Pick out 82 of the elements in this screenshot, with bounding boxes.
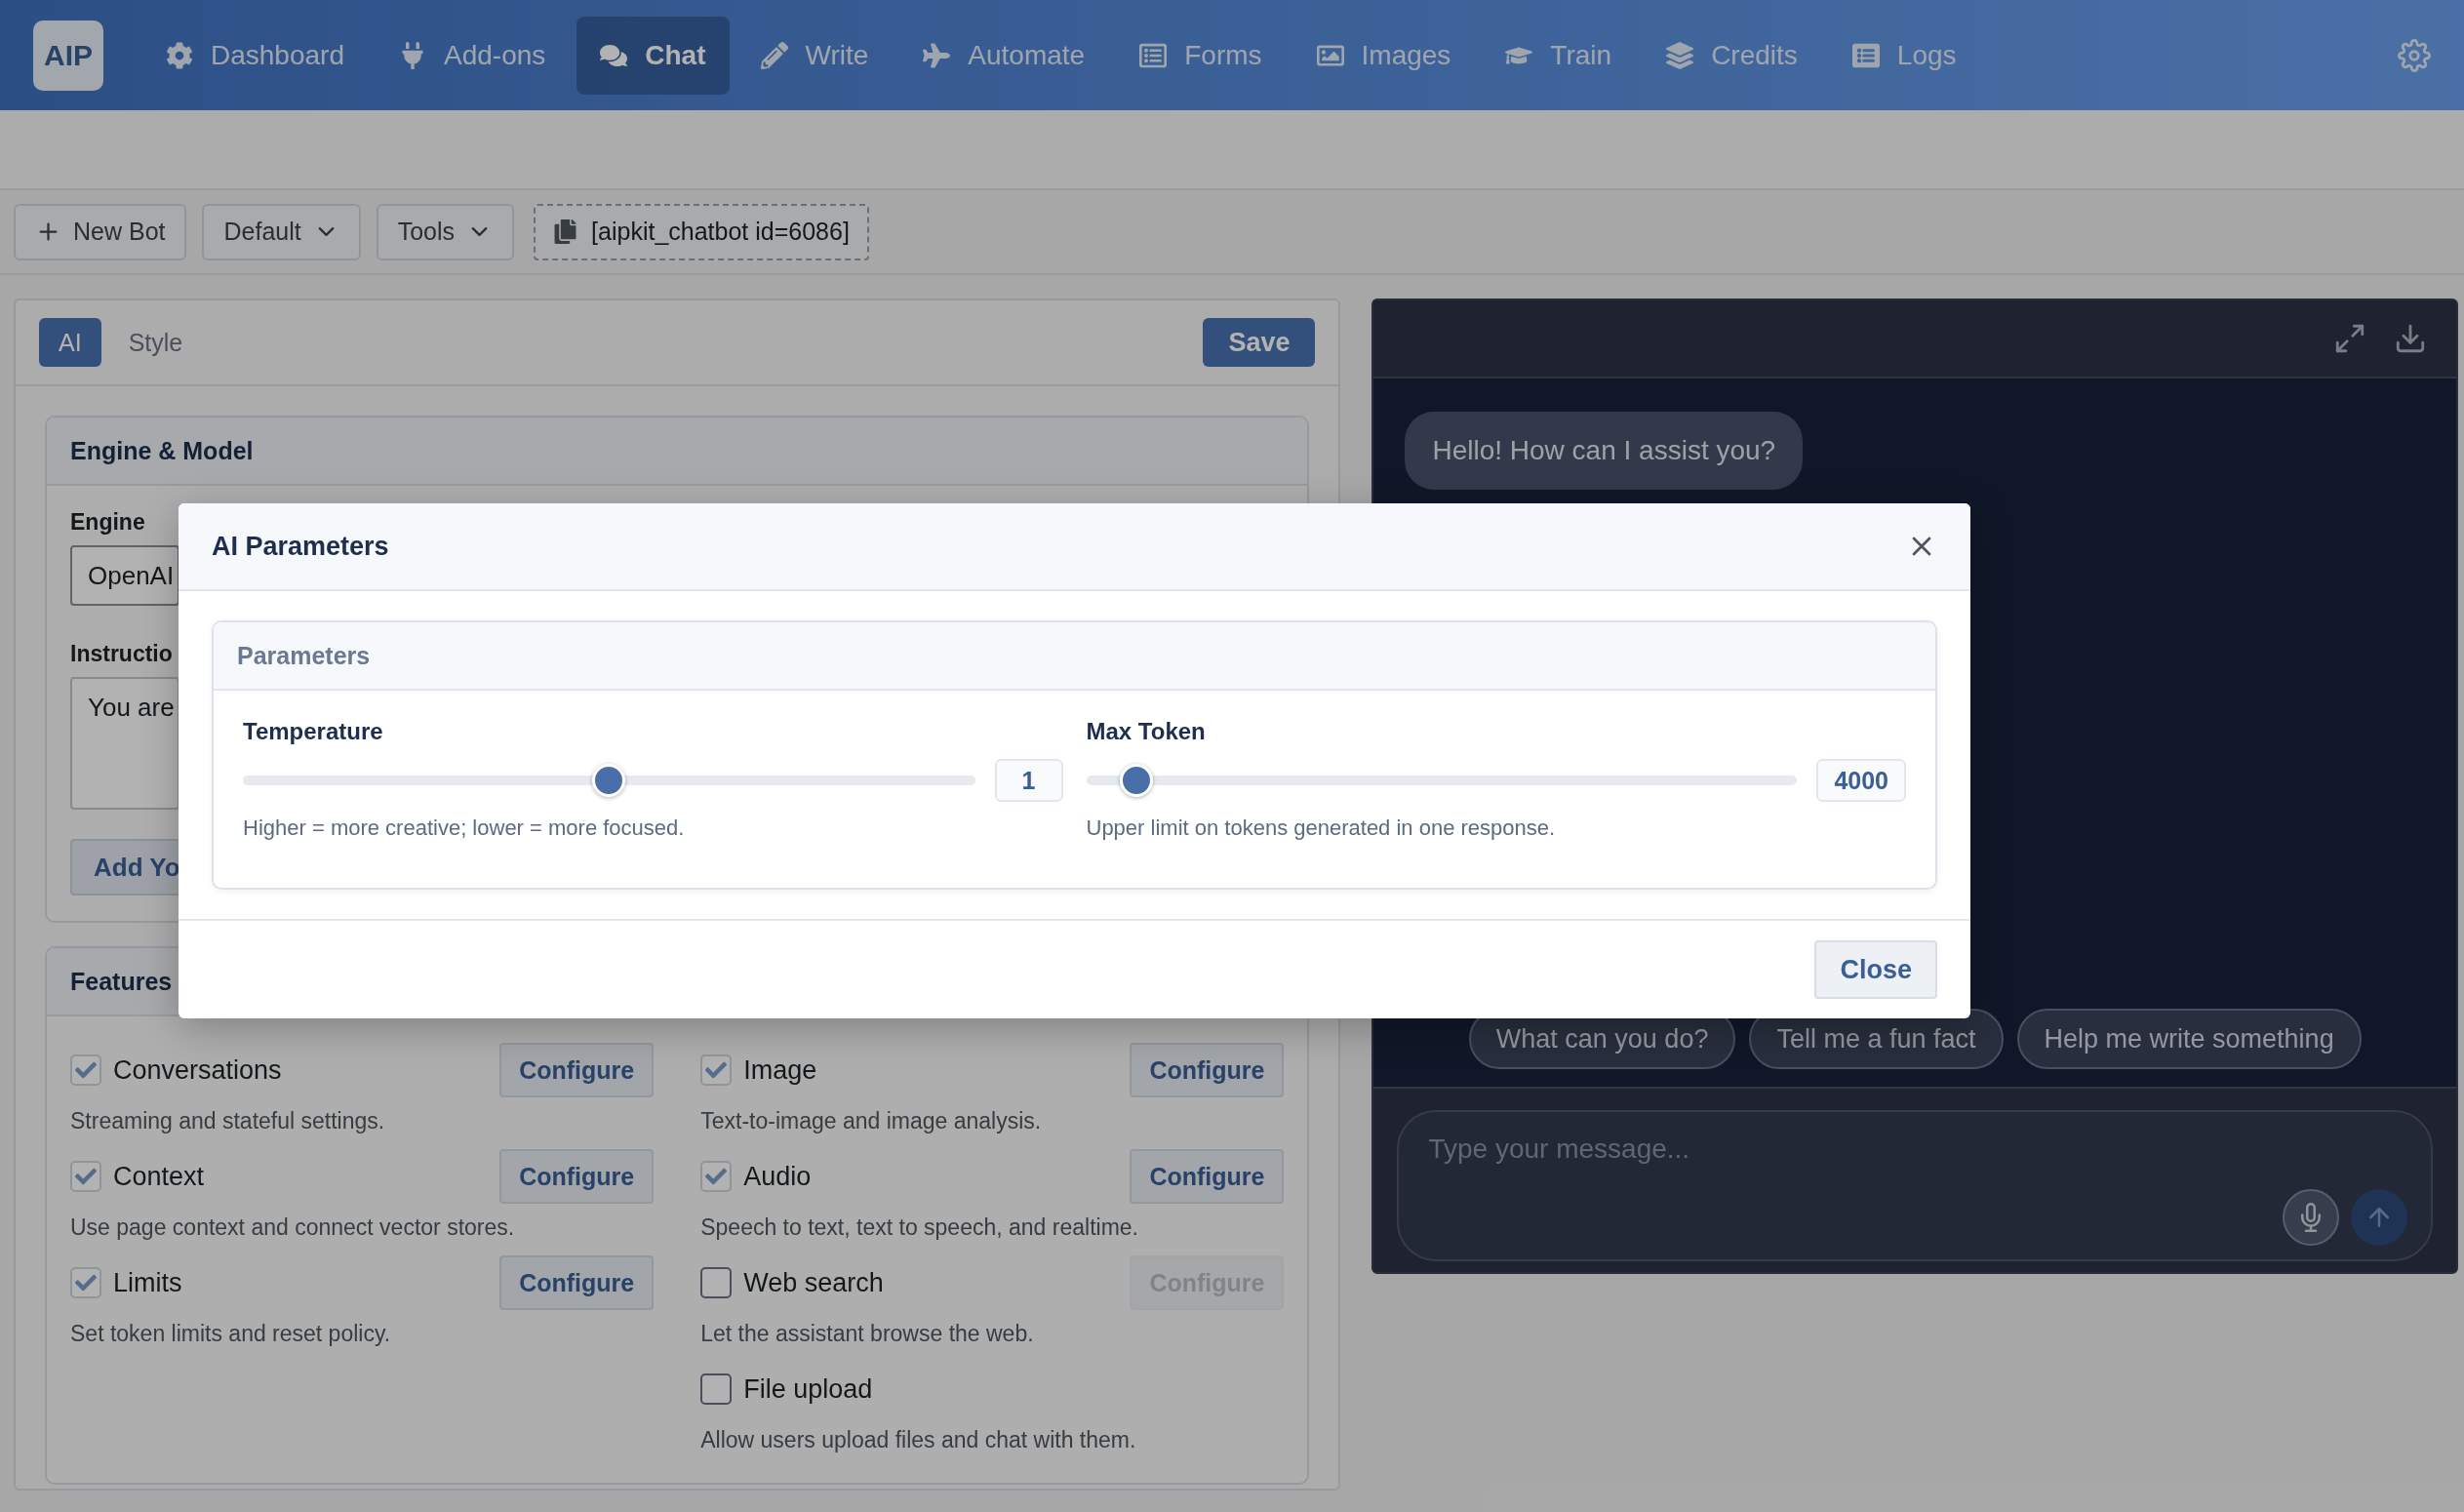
nav-item[interactable]: Dashboard bbox=[142, 16, 368, 95]
feature-description: Streaming and stateful settings. bbox=[70, 1108, 386, 1134]
nav-label: Write bbox=[805, 39, 869, 71]
settings-icon[interactable] bbox=[2398, 38, 2431, 72]
nav-label: Add-ons bbox=[444, 39, 546, 71]
nav-label: Credits bbox=[1711, 39, 1798, 71]
feature-description: Speech to text, text to speech, and realtime. bbox=[700, 1214, 1139, 1241]
close-button[interactable]: Close bbox=[1814, 940, 1937, 999]
feature-label: Web search bbox=[743, 1267, 884, 1298]
nav-item[interactable]: Images bbox=[1292, 16, 1475, 95]
nav-item[interactable]: Credits bbox=[1643, 16, 1821, 95]
feature-label: Image bbox=[743, 1054, 817, 1086]
suggestion-chip[interactable]: Help me write something bbox=[2016, 1009, 2362, 1069]
shortcode-text: [aipkit_chatbot id=6086] bbox=[591, 218, 850, 246]
instructions-field[interactable]: You are bbox=[70, 677, 179, 810]
pencil-icon bbox=[760, 41, 788, 69]
plane-icon bbox=[923, 41, 951, 69]
engine-select[interactable]: OpenAI bbox=[70, 545, 179, 606]
modal-title: AI Parameters bbox=[212, 531, 389, 562]
feature-description: Text-to-image and image analysis. bbox=[700, 1108, 1043, 1134]
new-bot-button[interactable]: New Bot bbox=[14, 203, 187, 260]
form-icon bbox=[1139, 41, 1168, 69]
expand-icon[interactable] bbox=[2333, 322, 2366, 355]
stack-icon bbox=[1666, 41, 1694, 69]
slider-track[interactable] bbox=[1086, 764, 1798, 797]
bot-message: Hello! How can I assist you? bbox=[1405, 412, 1804, 490]
feature-label: File upload bbox=[743, 1373, 873, 1405]
feature-description: Set token limits and reset policy. bbox=[70, 1321, 392, 1347]
slider-track[interactable] bbox=[243, 764, 975, 797]
nav-label: Dashboard bbox=[211, 39, 344, 71]
nav-item[interactable]: Forms bbox=[1116, 16, 1286, 95]
tools-dropdown[interactable]: Tools bbox=[376, 203, 515, 260]
nav-label: Automate bbox=[968, 39, 1086, 71]
value-field[interactable]: 1 bbox=[994, 759, 1063, 802]
save-button[interactable]: Save bbox=[1203, 318, 1316, 367]
feature-label: Context bbox=[113, 1161, 205, 1192]
nav-label: Train bbox=[1550, 39, 1612, 71]
slider-thumb[interactable] bbox=[1120, 764, 1154, 797]
parameter-label: Max Token bbox=[1086, 718, 1207, 745]
parameter-hint: Upper limit on tokens generated in one response. bbox=[1086, 816, 1557, 841]
field-label: Instructio bbox=[70, 641, 173, 667]
logo[interactable]: AIP bbox=[33, 20, 103, 91]
card-title: Parameters bbox=[214, 622, 1935, 691]
tab[interactable]: Style bbox=[108, 318, 203, 367]
tab[interactable]: AI bbox=[39, 318, 101, 367]
nav-item[interactable]: Logs bbox=[1828, 16, 1980, 95]
feature-label: Conversations bbox=[113, 1054, 282, 1086]
configure-button[interactable]: Configure bbox=[1130, 1043, 1285, 1097]
nav-label: Images bbox=[1361, 39, 1451, 71]
value-field[interactable]: 4000 bbox=[1816, 759, 1906, 802]
parameter-hint: Higher = more creative; lower = more focused. bbox=[243, 816, 686, 841]
copy-icon bbox=[553, 219, 578, 244]
shortcode-copy[interactable]: [aipkit_chatbot id=6086] bbox=[534, 203, 869, 260]
feature-description: Allow users upload files and chat with them. bbox=[700, 1427, 1137, 1453]
nav-label: Chat bbox=[645, 39, 706, 71]
configure-button[interactable]: Configure bbox=[1130, 1149, 1285, 1204]
configure-button[interactable]: Configure bbox=[499, 1149, 655, 1204]
nav-item[interactable]: Write bbox=[736, 16, 893, 95]
feature-label: Audio bbox=[743, 1161, 812, 1192]
feature-description: Use page context and connect vector stores. bbox=[70, 1214, 516, 1241]
add-button[interactable]: Add Yo bbox=[70, 839, 179, 895]
card-title: Engine & Model bbox=[47, 418, 1308, 486]
slider-thumb[interactable] bbox=[592, 764, 626, 797]
configure-button[interactable]: Configure bbox=[499, 1255, 655, 1310]
nav-label: Logs bbox=[1896, 39, 1957, 71]
checkbox[interactable] bbox=[700, 1373, 733, 1405]
nav-label: Forms bbox=[1184, 39, 1262, 71]
template-dropdown[interactable]: Default bbox=[202, 203, 361, 260]
nav-item[interactable]: Add-ons bbox=[376, 16, 570, 95]
nav-item[interactable]: Automate bbox=[899, 16, 1109, 95]
microphone-button[interactable] bbox=[2283, 1189, 2339, 1246]
checkbox[interactable] bbox=[700, 1267, 733, 1298]
field-label: Engine bbox=[70, 509, 145, 536]
parameter-label: Temperature bbox=[243, 718, 384, 745]
list-icon bbox=[1851, 41, 1880, 69]
download-icon[interactable] bbox=[2394, 322, 2427, 355]
feature-description: Let the assistant browse the web. bbox=[700, 1321, 1035, 1347]
configure-button[interactable]: Configure bbox=[499, 1043, 655, 1097]
gear-icon bbox=[166, 41, 193, 69]
feature-label: Limits bbox=[113, 1267, 182, 1298]
nav-item[interactable]: Train bbox=[1482, 16, 1636, 95]
message-input[interactable]: Type your message... bbox=[1397, 1110, 2433, 1261]
